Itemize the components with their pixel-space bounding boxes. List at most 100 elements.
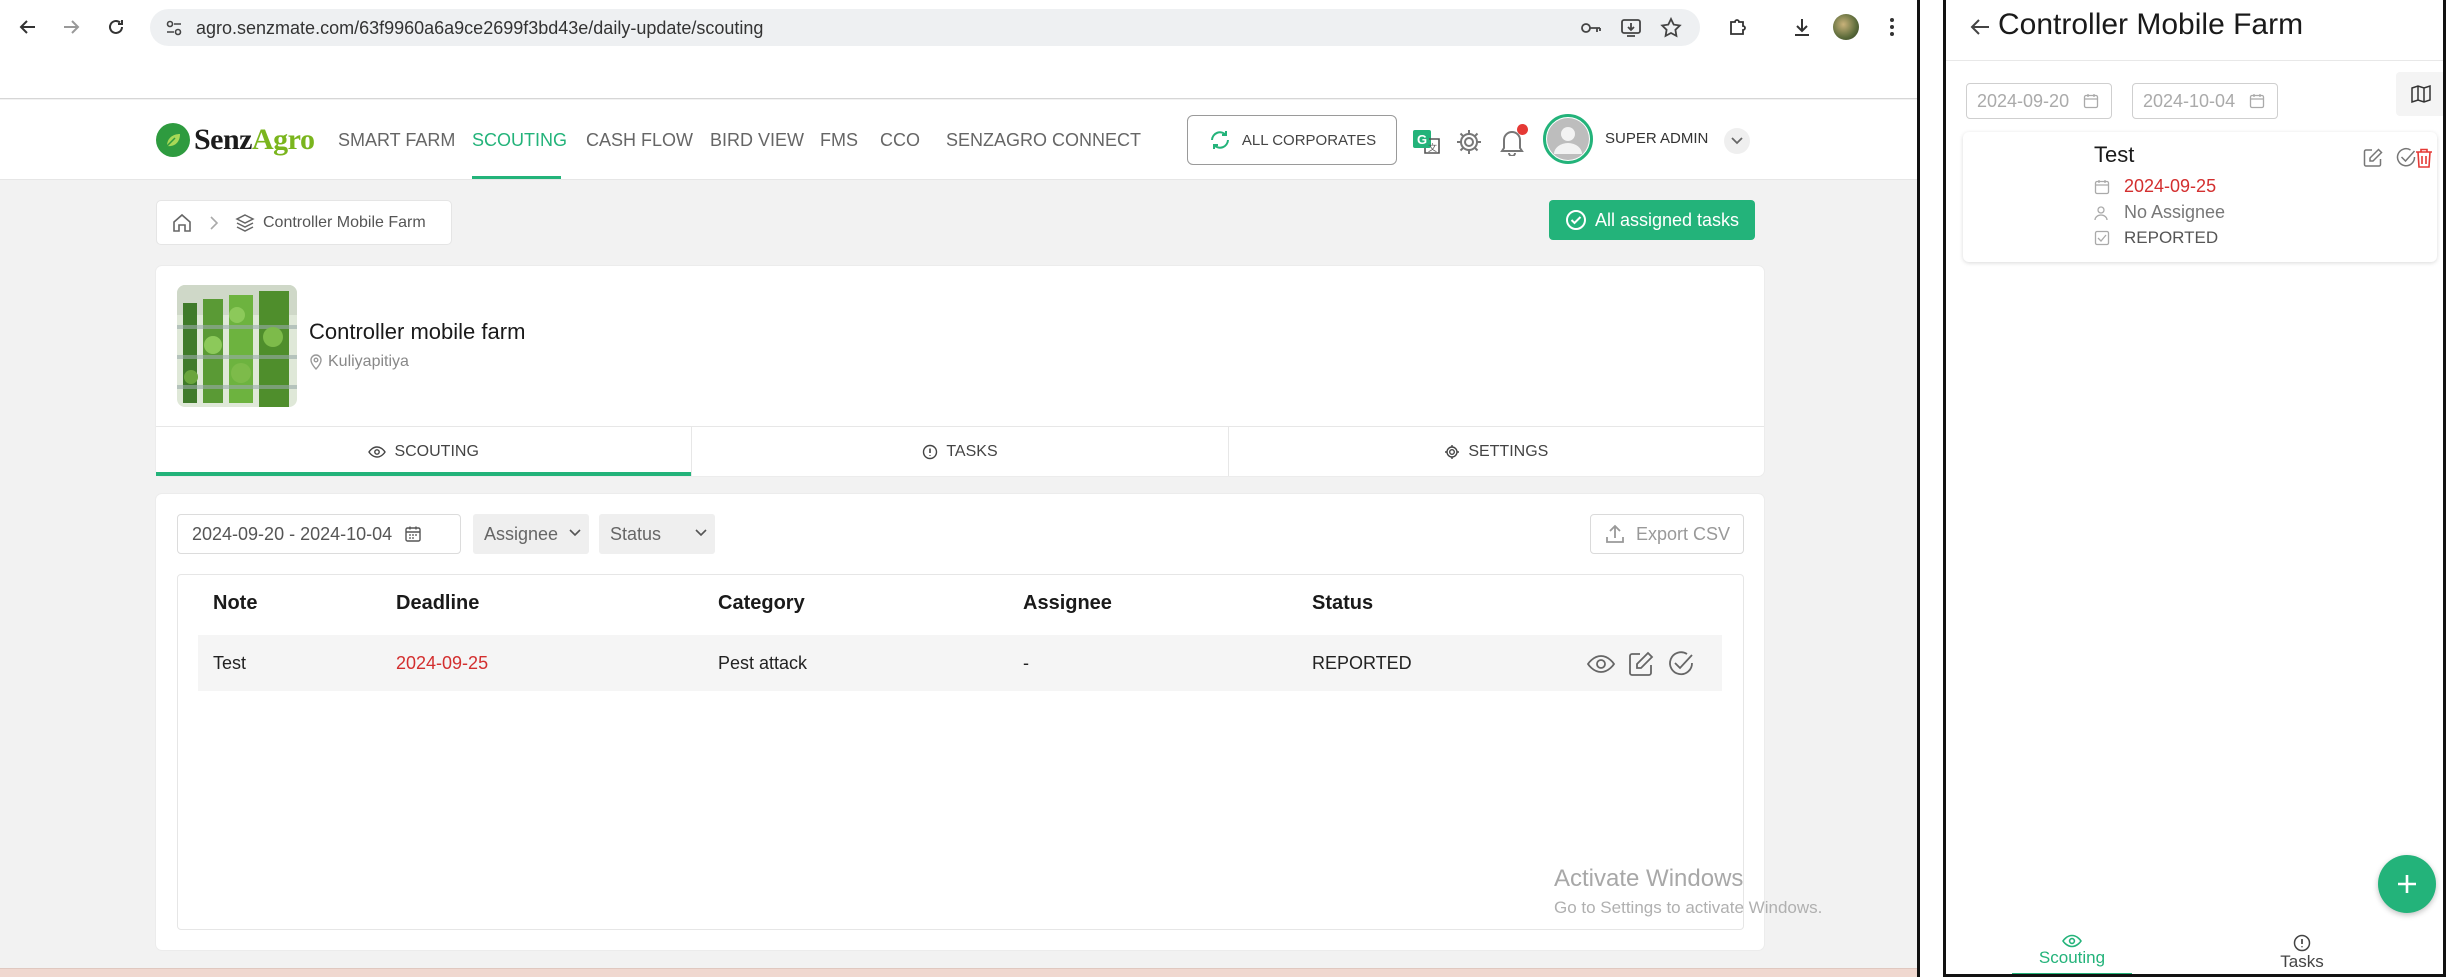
kebab-menu-icon: [1890, 18, 1894, 36]
nav-scouting[interactable]: SCOUTING: [472, 130, 567, 151]
back-button[interactable]: [14, 13, 42, 41]
cell-assignee: -: [1023, 653, 1029, 673]
browser-window: agro.senzmate.com/63f9960a6a9ce2699f3bd4…: [0, 0, 1920, 977]
scouting-panel: 2024-09-20 - 2024-10-04 Assignee Status …: [156, 494, 1764, 950]
farm-tabs: SCOUTING TASKS SETTINGS: [156, 426, 1764, 476]
svg-text:G: G: [1417, 132, 1427, 147]
reload-icon: [109, 19, 123, 34]
home-icon[interactable]: [171, 212, 193, 234]
layers-icon: [235, 213, 255, 232]
mobile-nav-scouting[interactable]: Scouting: [2012, 934, 2132, 968]
checkbox-icon: [2094, 230, 2110, 246]
upload-icon: [1606, 524, 1624, 543]
all-assigned-tasks-button[interactable]: All assigned tasks: [1549, 200, 1755, 240]
check-circle-icon: [1565, 210, 1586, 230]
taskbar-edge: [0, 968, 1917, 977]
user-name[interactable]: SUPER ADMIN: [1605, 130, 1708, 147]
nav-cash-flow[interactable]: CASH FLOW: [586, 130, 693, 151]
check-circle-icon: [1669, 651, 1693, 676]
divider: [1946, 60, 2443, 61]
farm-name: Controller mobile farm: [309, 319, 526, 344]
active-nav-indicator: [472, 176, 561, 179]
mobile-edit-button[interactable]: [2361, 146, 2385, 170]
mobile-delete-button[interactable]: [2412, 146, 2436, 170]
view-row-button[interactable]: [1586, 649, 1616, 679]
leaf-icon: [156, 123, 190, 157]
password-key-icon: [1581, 23, 1601, 33]
user-icon: [2094, 205, 2108, 220]
address-bar[interactable]: agro.senzmate.com/63f9960a6a9ce2699f3bd4…: [150, 9, 1700, 46]
extensions-button[interactable]: [1724, 13, 1752, 41]
svg-text:文: 文: [1428, 142, 1437, 153]
mobile-task-status-value: REPORTED: [2124, 228, 2219, 247]
breadcrumb-farm[interactable]: Controller Mobile Farm: [263, 214, 426, 232]
calendar-icon: [405, 526, 421, 542]
mobile-task-assignee: No Assignee: [2094, 202, 2225, 223]
gear-icon: [1457, 130, 1481, 154]
col-deadline-header: Deadline: [396, 592, 480, 614]
browser-menu-button[interactable]: [1878, 13, 1906, 41]
gear-icon: [1445, 444, 1460, 459]
cell-note: Test: [213, 653, 247, 673]
sync-icon: [1210, 131, 1229, 149]
windows-activation-hint: Go to Settings to activate Windows.: [1554, 898, 1823, 917]
nav-bird-view[interactable]: BIRD VIEW: [710, 130, 804, 151]
cell-deadline: 2024-09-25: [396, 653, 489, 673]
forward-button[interactable]: [57, 13, 85, 41]
translate-button[interactable]: G文: [1410, 126, 1442, 158]
eye-icon: [368, 445, 387, 458]
nav-fms[interactable]: FMS: [820, 130, 858, 151]
bookmark-star-icon: [1660, 17, 1682, 38]
farm-location: Kuliyapitiya: [309, 353, 409, 371]
nav-smart-farm[interactable]: SMART FARM: [338, 130, 455, 151]
downloads-button[interactable]: [1788, 13, 1816, 41]
breadcrumb: Controller Mobile Farm: [156, 200, 452, 245]
mobile-task-status: REPORTED: [2094, 228, 2218, 248]
mobile-back-button[interactable]: [1966, 13, 1994, 41]
mobile-map-button[interactable]: [2396, 72, 2443, 116]
arrow-left-icon: [1970, 19, 1989, 35]
user-avatar[interactable]: [1543, 114, 1593, 164]
all-assigned-tasks-label: All assigned tasks: [1594, 209, 1740, 230]
mobile-date-to[interactable]: 2024-10-04: [2132, 83, 2278, 119]
tab-scouting-label: SCOUTING: [394, 442, 479, 460]
tab-settings[interactable]: SETTINGS: [1229, 427, 1764, 476]
export-csv-button[interactable]: Export CSV: [1590, 514, 1744, 554]
logo-text: SenzAgro: [194, 123, 315, 156]
calendar-icon: [2094, 179, 2110, 194]
calendar-icon: [2249, 94, 2265, 109]
nav-cco[interactable]: CCO: [880, 130, 920, 151]
mobile-add-button[interactable]: [2378, 855, 2436, 913]
windows-activation-title: Activate Windows: [1554, 865, 1744, 892]
mobile-task-assignee-value: No Assignee: [2124, 202, 2226, 222]
translate-icon: G文: [1413, 130, 1440, 154]
status-dropdown[interactable]: Status: [599, 514, 715, 554]
nav-senzagro-connect[interactable]: SENZAGRO CONNECT: [946, 130, 1141, 151]
eye-icon: [2062, 934, 2082, 948]
mobile-nav-tasks[interactable]: Tasks: [2242, 934, 2362, 972]
all-corporates-label: ALL CORPORATES: [1241, 131, 1377, 149]
profile-button[interactable]: [1832, 13, 1860, 41]
tab-tasks[interactable]: TASKS: [692, 427, 1229, 476]
farm-image: [177, 285, 297, 407]
tab-scouting[interactable]: SCOUTING: [156, 427, 693, 476]
plus-icon: [2398, 875, 2416, 893]
install-app-icon: [1621, 19, 1641, 37]
col-category-header: Category: [718, 592, 805, 614]
all-corporates-button[interactable]: ALL CORPORATES: [1187, 115, 1397, 165]
edit-row-button[interactable]: [1626, 649, 1656, 679]
mobile-task-card[interactable]: Test 2024-09-25 No Assignee REPORTED: [1963, 132, 2437, 262]
settings-button[interactable]: [1453, 126, 1485, 158]
calendar-icon: [2083, 94, 2099, 109]
app-header: SenzAgro SMART FARM SCOUTING CASH FLOW B…: [0, 100, 1917, 180]
user-menu-toggle[interactable]: [1724, 128, 1750, 154]
mobile-date-from[interactable]: 2024-09-20: [1966, 83, 2112, 119]
puzzle-icon: [1730, 19, 1746, 35]
date-range-picker[interactable]: 2024-09-20 - 2024-10-04: [177, 514, 461, 554]
senzagro-logo[interactable]: SenzAgro: [156, 120, 315, 160]
assignee-dropdown[interactable]: Assignee: [473, 514, 589, 554]
edit-icon: [1629, 651, 1654, 676]
download-icon: [1795, 19, 1809, 36]
reload-button[interactable]: [102, 13, 130, 41]
complete-row-button[interactable]: [1666, 649, 1696, 679]
